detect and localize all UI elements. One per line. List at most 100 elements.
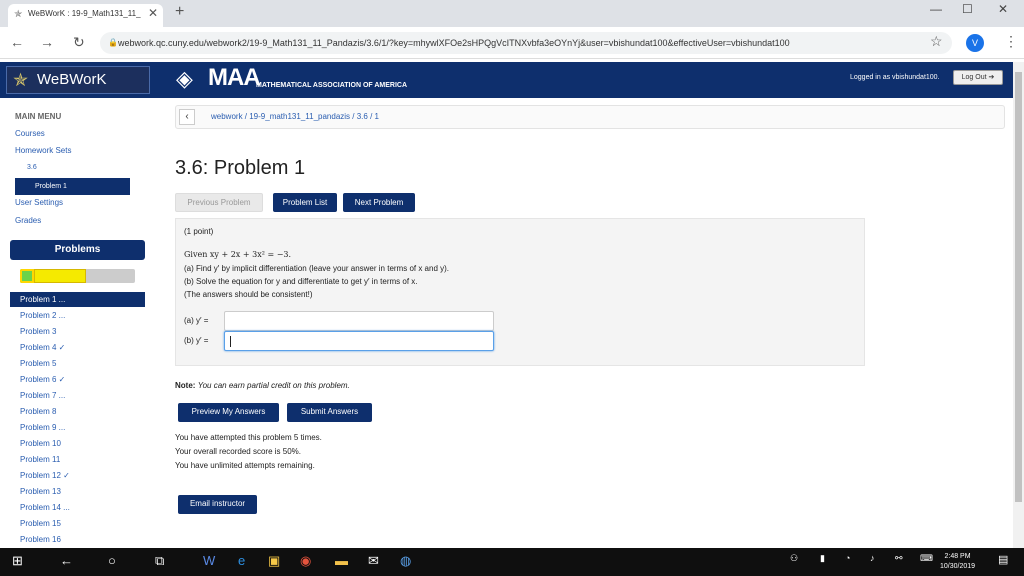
problem-list-item[interactable]: Problem 9 ... — [10, 420, 145, 435]
previous-problem-button[interactable]: Previous Problem — [175, 193, 263, 212]
problem-list-item[interactable]: Problem 7 ... — [10, 388, 145, 403]
sidebar: MAIN MENU Courses Homework Sets 3.6 Prob… — [0, 100, 150, 548]
scrollbar-thumb[interactable] — [1015, 72, 1022, 502]
app-icon[interactable]: ◍ — [400, 553, 411, 569]
problem-list-item[interactable]: Problem 4 ✓ — [10, 340, 145, 355]
sidebar-item-problem-selected[interactable]: Problem 1 — [15, 178, 130, 195]
bookmark-star-icon[interactable]: ☆ — [930, 33, 943, 50]
progress-bar — [20, 269, 135, 283]
problem-list-item[interactable]: Problem 6 ✓ — [10, 372, 145, 387]
preview-answers-button[interactable]: Preview My Answers — [178, 403, 279, 422]
keyboard-icon[interactable]: ⌨ — [920, 553, 933, 564]
answer-a-input[interactable] — [224, 311, 494, 331]
attempts-text: You have attempted this problem 5 times. — [175, 433, 322, 442]
problem-list-item[interactable]: Problem 1 ... — [10, 292, 145, 307]
browser-menu-icon[interactable]: ⋮ — [1004, 33, 1018, 50]
back-arrow-icon[interactable]: ← — [10, 34, 24, 50]
word-icon[interactable]: W — [203, 553, 215, 568]
notification-icon[interactable]: ▤ — [998, 553, 1008, 566]
note-text: You can earn partial credit on this prob… — [197, 381, 350, 390]
progress-correct — [20, 269, 34, 283]
problem-list-item[interactable]: Problem 5 — [10, 356, 145, 371]
problem-list-item[interactable]: Problem 8 — [10, 404, 145, 419]
answer-b-input[interactable] — [224, 331, 494, 351]
address-bar[interactable]: 🔒 webwork.qc.cuny.edu/webwork2/19-9_Math… — [100, 32, 952, 54]
minimize-icon[interactable]: — — [930, 2, 942, 16]
logout-arrow-icon: ➔ — [988, 74, 995, 81]
sidebar-item-set[interactable]: 3.6 — [27, 164, 37, 171]
close-tab-icon[interactable]: ✕ — [148, 4, 158, 23]
submit-answers-button[interactable]: Submit Answers — [287, 403, 372, 422]
webwork-logo[interactable]: ✯ WeBWorK — [6, 66, 150, 94]
problem-part-b: (b) Solve the equation for y and differe… — [184, 277, 418, 286]
maa-logo-text: MAA — [208, 64, 261, 91]
mail-icon[interactable]: ✉ — [368, 553, 379, 569]
network-icon[interactable]: ⚯ — [895, 553, 903, 564]
store-icon[interactable]: ▣ — [268, 553, 280, 569]
breadcrumb-text[interactable]: webwork / 19-9_math131_11_pandazis / 3.6… — [211, 112, 379, 121]
problem-list-item[interactable]: Problem 2 ... — [10, 308, 145, 323]
webwork-favicon-icon: ✯ — [14, 9, 23, 20]
new-tab-button[interactable]: + — [175, 3, 184, 21]
problem-list-item[interactable]: Problem 16 — [10, 532, 145, 547]
file-explorer-icon[interactable]: ▬ — [335, 553, 348, 568]
sidebar-item-courses[interactable]: Courses — [15, 129, 45, 138]
tab-title: WeBWorK : 19-9_Math131_11_ — [28, 9, 141, 18]
logout-label: Log Out — [961, 74, 987, 81]
window-close-icon[interactable]: ✕ — [998, 2, 1008, 16]
progress-partial — [34, 269, 86, 283]
problem-list-item[interactable]: Problem 12 ✓ — [10, 468, 145, 483]
wifi-icon[interactable]: ◔ — [845, 553, 850, 563]
clock-date: 10/30/2019 — [940, 563, 976, 570]
maximize-icon[interactable]: ☐ — [962, 2, 973, 16]
main-menu-heading: MAIN MENU — [15, 112, 62, 121]
profile-avatar[interactable]: V — [966, 34, 984, 52]
webwork-logo-text: WeBWorK — [37, 71, 107, 88]
problem-list-item[interactable]: Problem 13 — [10, 484, 145, 499]
next-problem-button[interactable]: Next Problem — [343, 193, 415, 212]
problem-given: Given xy + 2x + 3x² = −3. — [184, 250, 292, 259]
people-icon[interactable]: ⚇ — [790, 553, 798, 564]
problem-list-button[interactable]: Problem List — [273, 193, 337, 212]
battery-icon[interactable]: ▮ — [820, 553, 825, 564]
webwork-star-icon: ✯ — [13, 70, 29, 90]
forward-arrow-icon[interactable]: → — [40, 34, 54, 50]
problem-points: (1 point) — [184, 227, 214, 236]
problem-list-item[interactable]: Problem 3 — [10, 324, 145, 339]
main-content: ‹ webwork / 19-9_math131_11_pandazis / 3… — [175, 100, 1015, 548]
task-view-icon[interactable]: ⧉ — [155, 553, 164, 569]
sidebar-item-grades[interactable]: Grades — [15, 216, 41, 225]
logout-button[interactable]: Log Out ➔ — [953, 70, 1003, 85]
chrome-icon[interactable]: ◉ — [300, 553, 311, 569]
windows-taskbar: ⊞ ← ○ ⧉ W e ▣ ◉ ▬ ✉ ◍ ⚇ ▮ ◔ ♪ ⚯ ⌨ 2:48 P… — [0, 548, 1024, 576]
page-scrollbar[interactable] — [1013, 62, 1024, 548]
partial-credit-note: Note: You can earn partial credit on thi… — [175, 381, 350, 390]
browser-tab[interactable]: ✯ WeBWorK : 19-9_Math131_11_ ✕ — [8, 4, 163, 27]
browser-toolbar: ← → ↻ 🔒 webwork.qc.cuny.edu/webwork2/19-… — [0, 27, 1024, 59]
windows-start-icon[interactable]: ⊞ — [12, 553, 23, 569]
search-circle-icon[interactable]: ○ — [108, 553, 116, 568]
remaining-text: You have unlimited attempts remaining. — [175, 461, 315, 470]
problem-consistent-note: (The answers should be consistent!) — [184, 290, 313, 299]
problem-box: (1 point) Given xy + 2x + 3x² = −3. (a) … — [175, 218, 865, 366]
volume-icon[interactable]: ♪ — [870, 553, 875, 563]
maa-emblem-icon: ◈ — [176, 66, 193, 91]
sidebar-item-homework-sets[interactable]: Homework Sets — [15, 146, 71, 155]
problem-list-item[interactable]: Problem 14 ... — [10, 500, 145, 515]
taskbar-back-icon[interactable]: ← — [60, 553, 73, 568]
reload-icon[interactable]: ↻ — [73, 34, 85, 51]
page-title: 3.6: Problem 1 — [175, 157, 306, 179]
problem-part-a: (a) Find y′ by implicit differentiation … — [184, 264, 450, 273]
text-caret — [230, 336, 231, 347]
back-chevron-icon[interactable]: ‹ — [179, 109, 195, 125]
email-instructor-button[interactable]: Email instructor — [178, 495, 257, 514]
problem-list-item[interactable]: Problem 10 — [10, 436, 145, 451]
url-text: webwork.qc.cuny.edu/webwork2/19-9_Math13… — [118, 38, 790, 48]
sidebar-item-user-settings[interactable]: User Settings — [15, 198, 63, 207]
problem-list-item[interactable]: Problem 15 — [10, 516, 145, 531]
note-label: Note: — [175, 381, 196, 390]
problem-list-item[interactable]: Problem 11 — [10, 452, 145, 467]
lock-icon: 🔒 — [108, 38, 118, 47]
edge-icon[interactable]: e — [238, 553, 245, 568]
taskbar-clock[interactable]: 2:48 PM 10/30/2019 — [940, 552, 975, 572]
